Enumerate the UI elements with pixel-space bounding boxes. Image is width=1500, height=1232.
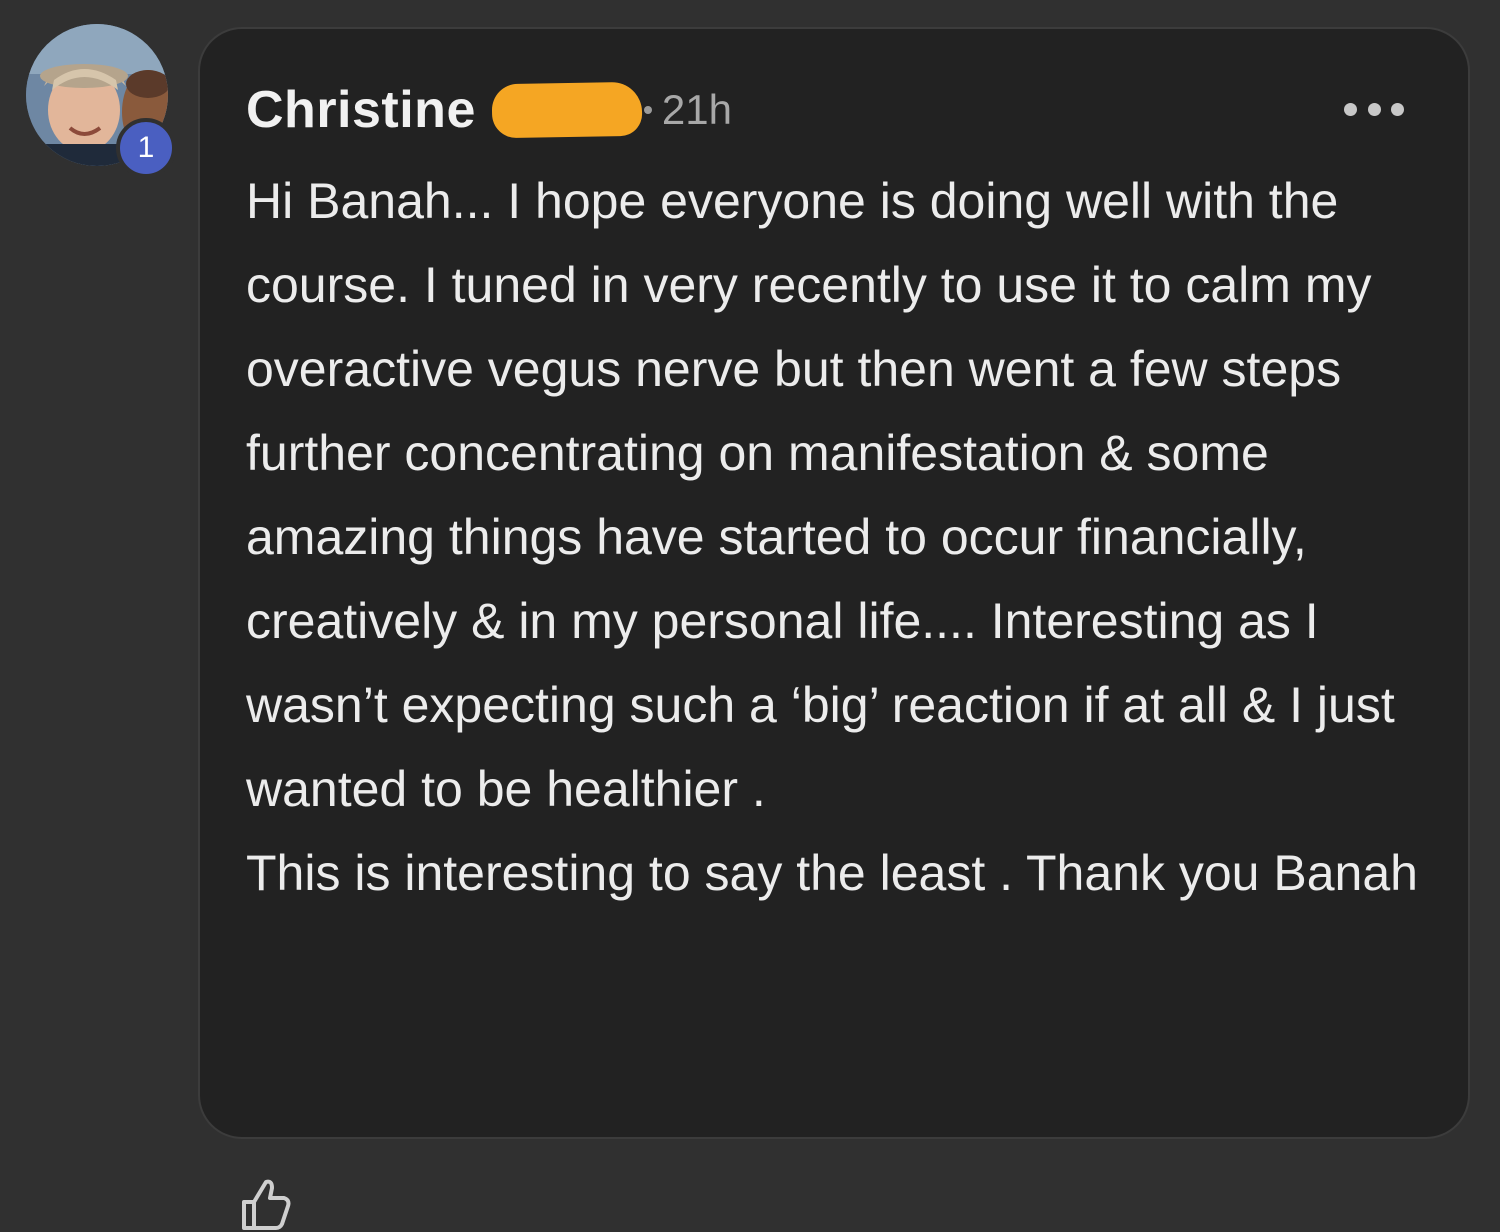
comment-timestamp[interactable]: 21h: [662, 86, 732, 134]
author-avatar-container[interactable]: 1: [26, 24, 176, 178]
more-icon-dot: [1391, 102, 1404, 116]
author-name[interactable]: Christine: [246, 80, 476, 140]
more-icon-dot: [1344, 102, 1357, 116]
comment-card: Christine 21h Hi Banah... I hope everyon…: [198, 27, 1470, 1139]
separator-dot: [643, 106, 652, 114]
comment-actions: [236, 1176, 292, 1232]
more-options-button[interactable]: [1344, 89, 1404, 129]
comment-header: Christine 21h: [246, 75, 732, 145]
comment-body: Hi Banah... I hope everyone is doing wel…: [246, 159, 1436, 915]
thumbs-up-icon[interactable]: [236, 1176, 292, 1232]
redaction-mark: [491, 81, 643, 139]
level-badge: 1: [116, 118, 176, 178]
comment-paragraph: Hi Banah... I hope everyone is doing wel…: [246, 173, 1395, 817]
more-icon-dot: [1367, 102, 1381, 116]
comment-paragraph: This is interesting to say the least . T…: [246, 845, 1418, 901]
